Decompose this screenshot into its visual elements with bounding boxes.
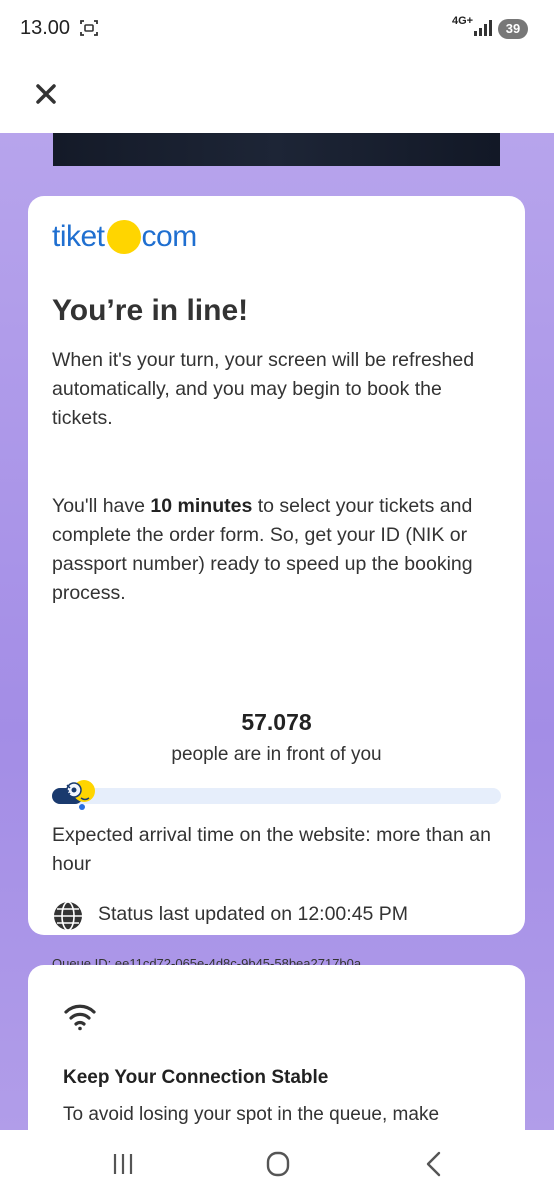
time-limit-text: You'll have 10 minutes to select your ti… <box>52 492 507 608</box>
battery-indicator: 39 <box>498 19 528 39</box>
intro-text: When it's your turn, your screen will be… <box>52 349 475 429</box>
home-icon[interactable] <box>260 1148 296 1180</box>
app-header <box>0 60 554 133</box>
expected-arrival-text: Expected arrival time on the website: mo… <box>52 824 491 875</box>
mascot-icon <box>65 780 95 810</box>
tips-title: Keep Your Connection Stable <box>63 1067 329 1088</box>
wifi-icon <box>64 1004 96 1031</box>
logo-dot <box>106 220 141 254</box>
page-title: You’re in line! <box>52 294 249 327</box>
tips-card: Keep Your Connection Stable To avoid los… <box>28 965 525 1130</box>
logo-word-left: tiket <box>52 220 105 253</box>
close-icon[interactable] <box>30 78 62 110</box>
tips-text: To avoid losing your spot in the queue, … <box>63 1104 440 1125</box>
signal-icon <box>474 20 492 36</box>
time-limit-value: 10 minutes <box>150 495 253 517</box>
queue-background: tiket com You’re in line! When it's your… <box>0 133 554 1130</box>
people-ahead-count: 57.078 <box>241 709 312 735</box>
status-bar: 13.00 4G+ 39 <box>0 0 554 60</box>
event-banner-image <box>53 133 500 166</box>
queue-card: tiket com You’re in line! When it's your… <box>28 196 525 971</box>
globe-icon <box>54 901 82 931</box>
network-label: 4G+ <box>452 15 474 27</box>
back-icon[interactable] <box>415 1148 451 1180</box>
logo-word-right: com <box>141 220 198 253</box>
status-updated-text: Status last updated on 12:00:45 PM <box>98 903 409 925</box>
time-limit-prefix: You'll have <box>52 495 151 517</box>
queue-progress-bar <box>52 788 501 804</box>
screenshot-icon <box>80 20 98 36</box>
status-time: 13.00 <box>20 17 71 39</box>
recents-icon[interactable] <box>105 1148 141 1180</box>
system-nav-bar <box>0 1130 554 1200</box>
people-ahead-caption: people are in front of you <box>171 744 382 765</box>
tiket-logo: tiket com <box>52 220 197 254</box>
